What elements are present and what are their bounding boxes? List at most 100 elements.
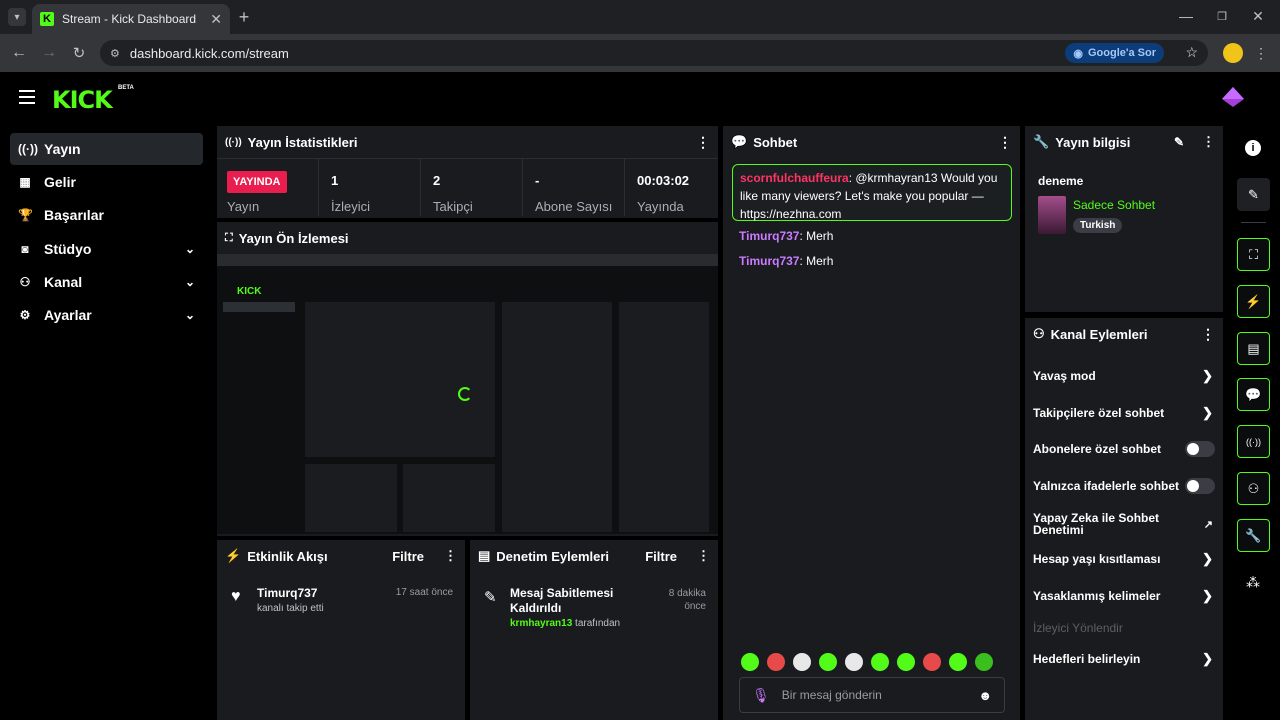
uptime-label: Yayında (637, 199, 684, 214)
unpin-icon: ✎ (484, 589, 497, 606)
sidebar-item-ayarlar[interactable]: ⚙ Ayarlar ⌄ (10, 299, 203, 331)
chevron-right-icon: ❯ (1202, 651, 1213, 666)
stream-preview-video[interactable]: KICK (217, 254, 718, 534)
app-header (0, 72, 1280, 124)
address-bar[interactable]: ⚙ dashboard.kick.com/stream ◉ Google'a S… (100, 40, 1208, 66)
activity-time: 17 saat önce (395, 587, 453, 598)
live-badge: YAYINDA (227, 171, 287, 193)
activity-user[interactable]: Timurq737 (257, 586, 317, 600)
reload-button[interactable]: ↻ (70, 44, 88, 62)
more-options-icon[interactable]: ⋮ (444, 548, 457, 564)
subscribers-only-toggle[interactable] (1185, 441, 1215, 457)
sidebar-item-kanal[interactable]: ⚇ Kanal ⌄ (10, 266, 203, 298)
hamburger-menu-icon[interactable] (19, 90, 35, 104)
rail-activity-button[interactable]: ⚡ (1237, 285, 1270, 318)
emote-icon[interactable] (819, 653, 837, 671)
action-label: Abonelere özel sohbet (1033, 442, 1162, 456)
sidebar-item-basarilar[interactable]: 🏆 Başarılar (10, 199, 203, 231)
rail-chat-button[interactable]: 💬 (1237, 378, 1270, 411)
account-age-row[interactable]: Hesap yaşı kısıtlaması ❯ (1033, 551, 1213, 567)
profile-avatar[interactable] (1223, 43, 1243, 63)
kick-favicon-icon: K (40, 12, 54, 26)
stream-stats-panel: ((·)) Yayın İstatistikleri ⋮ YAYINDA Yay… (217, 126, 718, 218)
rail-stream-info-button[interactable]: 🔧 (1237, 519, 1270, 552)
banned-words-row[interactable]: Yasaklanmış kelimeler ❯ (1033, 588, 1213, 604)
emote-icon[interactable] (871, 653, 889, 671)
emote-icon[interactable] (975, 653, 993, 671)
set-goals-row[interactable]: Hedefleri belirleyin ❯ (1033, 651, 1213, 667)
ai-moderation-row[interactable]: Yapay Zeka ile Sohbet Denetimi ↗ (1033, 510, 1213, 538)
stream-preview-panel: ⛶ Yayın Ön İzlemesi KICK (217, 222, 718, 536)
stream-category[interactable]: Sadece Sohbet (1073, 198, 1155, 212)
emote-icon[interactable] (767, 653, 785, 671)
chat-username[interactable]: scornfulchauffeura (740, 171, 849, 185)
more-options-icon[interactable]: ⋮ (998, 134, 1012, 151)
restore-button[interactable]: ❐ (1214, 8, 1230, 24)
chat-message: Timurq737: Merh (739, 229, 834, 243)
sidebar-item-yayin[interactable]: ((·)) Yayın (10, 133, 203, 165)
chevron-right-icon: ❯ (1202, 588, 1213, 603)
action-label: Yasaklanmış kelimeler (1033, 589, 1161, 603)
moderator-name[interactable]: krmhayran13 (510, 618, 572, 629)
sidebar-item-gelir[interactable]: ▦ Gelir (10, 166, 203, 198)
emote-icon[interactable] (923, 653, 941, 671)
browser-menu-icon[interactable]: ⋮ (1254, 44, 1268, 62)
emote-icon[interactable] (949, 653, 967, 671)
tab-title: Stream - Kick Dashboard (62, 12, 197, 26)
followers-only-row[interactable]: Takipçilere özel sohbet ❯ (1033, 405, 1213, 421)
minimize-button[interactable]: — (1178, 8, 1194, 24)
info-icon[interactable]: i (1245, 140, 1261, 156)
close-window-button[interactable]: ✕ (1250, 8, 1266, 24)
chat-input[interactable]: 🎙 Bir mesaj gönderin ☻ (739, 677, 1005, 713)
close-tab-icon[interactable]: ✕ (210, 11, 222, 28)
browser-tab[interactable]: K Stream - Kick Dashboard ✕ (32, 4, 230, 34)
action-label: Yapay Zeka ile Sohbet Denetimi (1033, 511, 1160, 537)
tab-list-button[interactable]: ▾ (8, 8, 26, 26)
filter-button[interactable]: Filtre (645, 549, 677, 564)
emote-icon[interactable] (897, 653, 915, 671)
user-avatar-icon[interactable] (1221, 86, 1245, 108)
revenue-icon: ▦ (19, 175, 31, 189)
new-tab-button[interactable]: + (236, 7, 252, 27)
language-tag: Turkish (1073, 218, 1123, 233)
emote-icon[interactable] (793, 653, 811, 671)
studio-icon: ◙ (21, 242, 29, 256)
panel-title: Kanal Eylemleri (1050, 326, 1148, 342)
forward-button[interactable]: → (40, 44, 58, 62)
sidebar-item-label: Yayın (44, 141, 81, 157)
url-text: dashboard.kick.com/stream (129, 45, 289, 61)
rail-stats-button[interactable]: ((·)) (1237, 425, 1270, 458)
more-options-icon[interactable]: ⋮ (1202, 134, 1215, 150)
emotes-only-toggle[interactable] (1185, 478, 1215, 494)
emoji-picker-icon[interactable]: ☻ (978, 688, 992, 703)
pinned-message[interactable]: scornfulchauffeura: @krmhayran13 Would y… (732, 164, 1012, 221)
bookmark-star-icon[interactable]: ☆ (1185, 44, 1198, 61)
emote-icon[interactable] (845, 653, 863, 671)
stream-info-panel: 🔧 Yayın bilgisi ✎ ⋮ deneme Sadece Sohbet… (1025, 126, 1223, 312)
back-button[interactable]: ← (10, 44, 28, 62)
microphone-icon[interactable]: 🎙 (752, 687, 770, 704)
more-options-icon[interactable]: ⋮ (697, 548, 710, 564)
preview-icon: ⛶ (1248, 246, 1259, 262)
channel-icon: ⚇ (19, 275, 31, 289)
google-ask-button[interactable]: ◉ Google'a Sor (1065, 43, 1164, 63)
more-options-icon[interactable]: ⋮ (696, 134, 710, 151)
rail-moderation-button[interactable]: ▤ (1237, 332, 1270, 365)
chat-message: Timurq737: Merh (739, 254, 834, 268)
edit-layout-button[interactable]: ✎ (1237, 178, 1270, 211)
filter-button[interactable]: Filtre (392, 549, 424, 564)
site-info-icon[interactable]: ⚙ (110, 47, 120, 60)
slow-mode-row[interactable]: Yavaş mod ❯ (1033, 368, 1213, 384)
category-thumbnail[interactable] (1038, 196, 1066, 234)
apps-icon[interactable]: ⁂ (1244, 573, 1262, 591)
more-options-icon[interactable]: ⋮ (1201, 326, 1215, 343)
emote-icon[interactable] (741, 653, 759, 671)
rail-preview-button[interactable]: ⛶ (1237, 238, 1270, 271)
kick-logo[interactable]: KICK (52, 86, 113, 114)
panel-header: ⛶ Yayın Ön İzlemesi (217, 222, 718, 254)
rail-channel-actions-button[interactable]: ⚇ (1237, 472, 1270, 505)
edit-icon[interactable]: ✎ (1174, 135, 1184, 149)
sidebar-item-studyo[interactable]: ◙ Stüdyo ⌄ (10, 233, 203, 265)
chat-username[interactable]: Timurq737 (739, 254, 799, 268)
chat-username[interactable]: Timurq737 (739, 229, 799, 243)
